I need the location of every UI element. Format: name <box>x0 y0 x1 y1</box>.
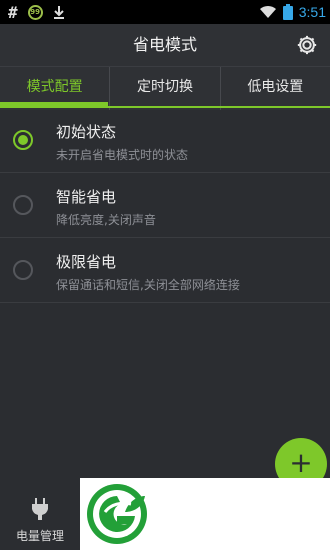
mode-title: 极限省电 <box>56 253 117 271</box>
brand-area <box>80 478 330 550</box>
bottom-nav-battery[interactable]: 电量管理 <box>0 478 80 550</box>
page-title: 省电模式 <box>132 35 197 54</box>
mode-subtitle: 保留通话和短信,关闭全部网络连接 <box>56 278 240 292</box>
title-bar: 省电模式 <box>0 24 330 66</box>
bottom-nav-label: 电量管理 <box>15 529 64 543</box>
wifi-icon <box>259 5 276 18</box>
mode-subtitle: 降低亮度,关闭声音 <box>56 213 156 227</box>
radio-button-selected[interactable] <box>13 130 33 150</box>
status-right: 3:51 <box>259 0 326 24</box>
tab-schedule[interactable]: 定时切换 <box>110 67 221 110</box>
status-bar: # 99 3:51 <box>0 0 330 24</box>
mode-title: 初始状态 <box>56 123 117 141</box>
status-left: # 99 <box>8 0 65 24</box>
mode-list: 初始状态 未开启省电模式时的状态 智能省电 降低亮度,关闭声音 极限省电 保留通… <box>0 108 330 303</box>
radio-button[interactable] <box>13 195 33 215</box>
mode-item-extreme[interactable]: 极限省电 保留通话和短信,关闭全部网络连接 <box>0 238 330 303</box>
gear-icon[interactable] <box>296 34 318 56</box>
leaf-logo-icon <box>87 484 147 544</box>
mode-title: 智能省电 <box>56 188 117 206</box>
download-icon <box>53 6 64 19</box>
hash-icon: # <box>8 2 18 22</box>
status-time: 3:51 <box>298 4 326 20</box>
plug-icon <box>32 498 48 520</box>
mode-item-smart[interactable]: 智能省电 降低亮度,关闭声音 <box>0 173 330 238</box>
mode-item-initial[interactable]: 初始状态 未开启省电模式时的状态 <box>0 108 330 173</box>
battery-icon <box>282 4 293 20</box>
badge-icon: 99 <box>27 4 43 20</box>
radio-button[interactable] <box>13 260 33 280</box>
tab-low-battery[interactable]: 低电设置 <box>221 67 330 110</box>
mode-subtitle: 未开启省电模式时的状态 <box>56 148 189 162</box>
